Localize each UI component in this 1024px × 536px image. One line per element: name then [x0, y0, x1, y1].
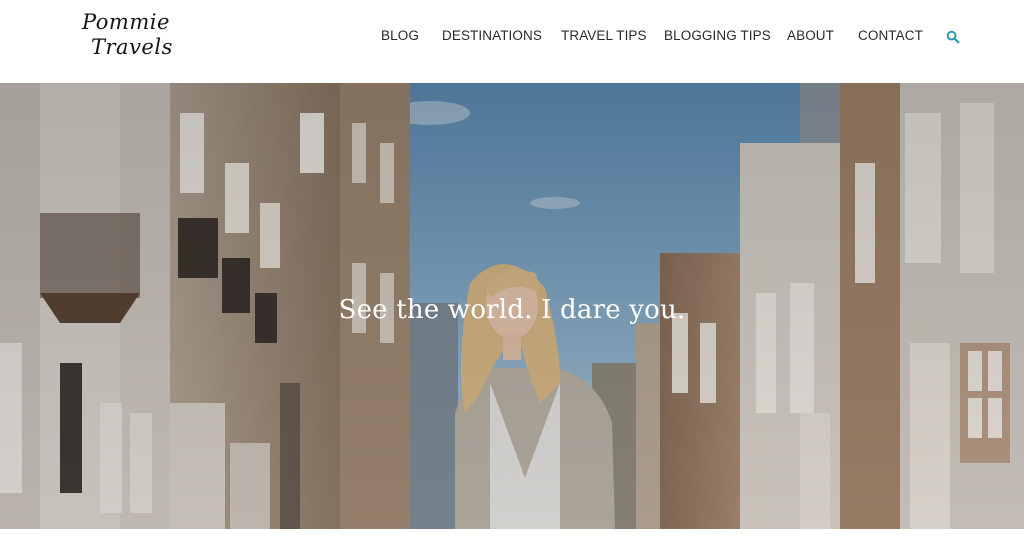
- site-header: Pommie Travels BLOG DESTINATIONS TRAVEL …: [0, 0, 1024, 82]
- page-divider: [0, 529, 1024, 536]
- main-nav: BLOG DESTINATIONS TRAVEL TIPS BLOGGING T…: [0, 28, 1024, 46]
- hero-banner: See the world. I dare you.: [0, 83, 1024, 529]
- search-icon[interactable]: [946, 30, 960, 44]
- nav-contact[interactable]: CONTACT: [858, 28, 923, 43]
- nav-blogging-tips[interactable]: BLOGGING TIPS: [664, 28, 771, 43]
- nav-blog[interactable]: BLOG: [381, 28, 419, 43]
- nav-destinations[interactable]: DESTINATIONS: [442, 28, 542, 43]
- hero-tagline: See the world. I dare you.: [338, 295, 686, 325]
- nav-travel-tips[interactable]: TRAVEL TIPS: [561, 28, 647, 43]
- nav-about[interactable]: ABOUT: [787, 28, 834, 43]
